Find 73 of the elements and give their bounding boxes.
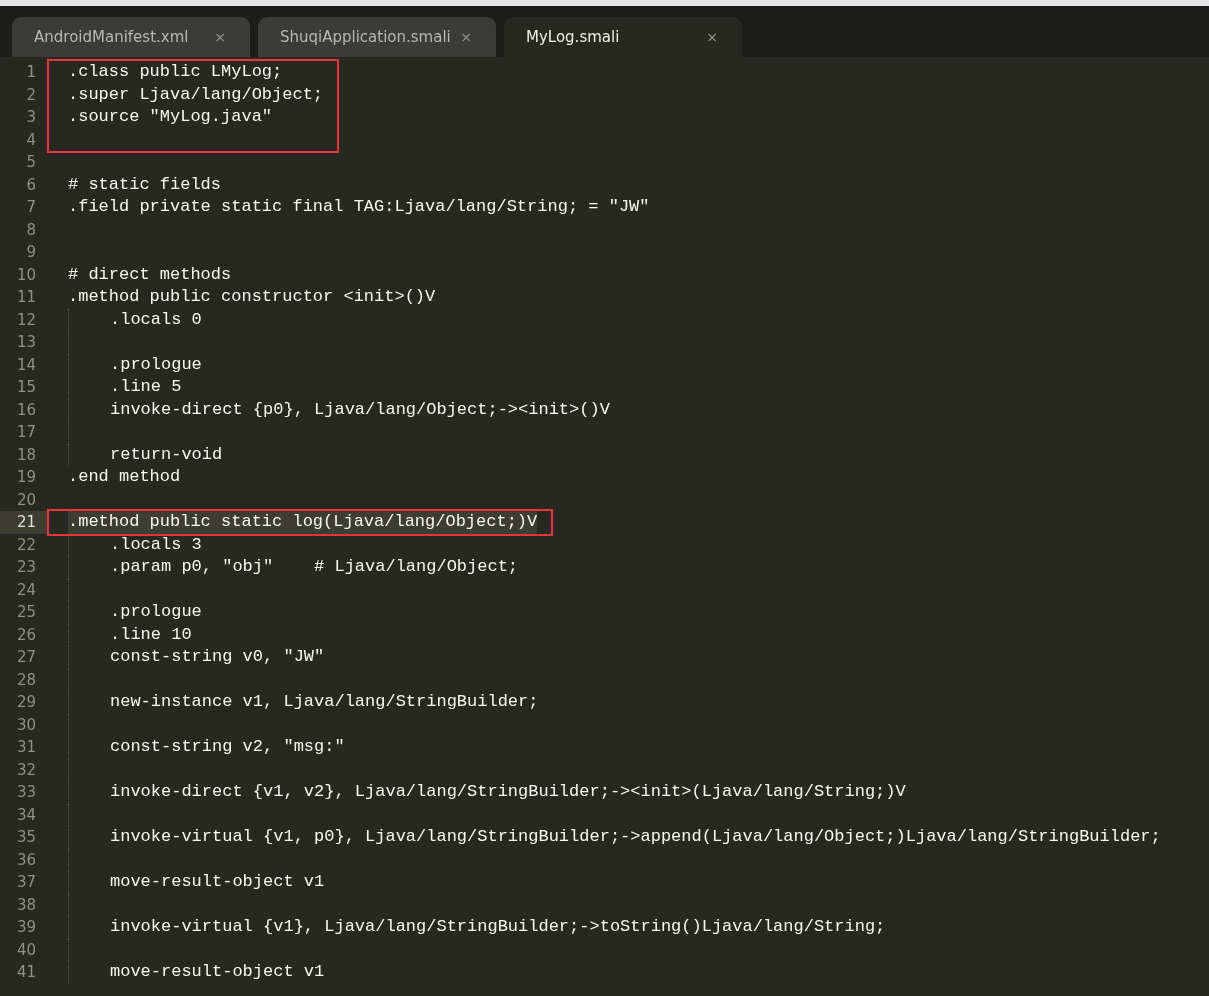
code-line: .field private static final TAG:Ljava/lang/String; = "JW": [68, 196, 650, 218]
line-number: 10: [15, 264, 37, 286]
code-line: .prologue: [110, 353, 202, 376]
code-line: new-instance v1, Ljava/lang/StringBuilder;: [110, 691, 539, 713]
file-tab[interactable]: AndroidManifest.xml ×: [12, 17, 250, 57]
line-number: 6: [25, 174, 37, 196]
line-number: 31: [15, 737, 37, 758]
line-number: 24: [15, 579, 37, 601]
line-number: 39: [15, 917, 37, 938]
code-line: .source "MyLog.java": [68, 106, 273, 128]
line-number: 38: [15, 894, 37, 916]
line-number: 15: [15, 377, 37, 398]
line-number: 12: [15, 309, 37, 331]
line-number: 21: [0, 511, 47, 534]
code-line: move-result-object v1: [110, 871, 325, 893]
line-number: 5: [25, 152, 37, 173]
file-tab[interactable]: MyLog.smali ×: [504, 17, 742, 57]
line-number: 30: [15, 714, 37, 736]
code-line: invoke-virtual {v1}, Ljava/lang/StringBuilder;->toString()Ljava/lang/String;: [110, 916, 886, 938]
line-number: 35: [15, 827, 37, 848]
line-number: 16: [15, 399, 37, 421]
line-number: 1: [25, 62, 37, 83]
code-line: # static fields: [68, 173, 222, 196]
line-number: 11: [15, 287, 37, 308]
code-line: .method public constructor <init>()V: [68, 286, 436, 308]
line-number: 34: [15, 804, 37, 826]
code-line: invoke-virtual {v1, p0}, Ljava/lang/StringBuilder;->append(Ljava/lang/Object;)Ljava/lang/StringBuilder;: [110, 826, 1161, 848]
line-number: 22: [15, 534, 37, 556]
close-icon[interactable]: ×: [706, 29, 718, 45]
code-line: .locals 0: [110, 308, 202, 331]
line-number: 9: [25, 242, 37, 263]
code-line: .line 5: [110, 376, 182, 398]
code-line: .locals 3: [110, 533, 202, 556]
line-number: 19: [15, 467, 37, 488]
line-number: 28: [15, 669, 37, 691]
line-number: 33: [15, 782, 37, 803]
line-number: 20: [15, 489, 37, 511]
line-number: 32: [15, 759, 37, 781]
close-icon[interactable]: ×: [214, 29, 226, 45]
line-number: 7: [25, 197, 37, 218]
line-number: 2: [25, 84, 37, 106]
line-number: 25: [15, 602, 37, 623]
line-number: 4: [25, 129, 37, 151]
code-line: # direct methods: [68, 263, 232, 286]
code-line: return-void: [110, 443, 223, 466]
line-number: 13: [15, 332, 37, 353]
line-number: 3: [25, 107, 37, 128]
code-line: const-string v0, "JW": [110, 646, 325, 668]
line-number: 40: [15, 939, 37, 961]
line-number: 36: [15, 849, 37, 871]
line-number: 27: [15, 647, 37, 668]
line-number: 41: [15, 962, 37, 983]
code-line: .prologue: [110, 601, 202, 623]
code-line: .line 10: [110, 623, 192, 646]
code-line: .class public LMyLog;: [68, 61, 283, 83]
line-number: 8: [25, 219, 37, 241]
code-line: .super Ljava/lang/Object;: [68, 83, 324, 106]
code-line: invoke-direct {p0}, Ljava/lang/Object;-><init>()V: [110, 398, 610, 421]
line-number: 23: [15, 557, 37, 578]
code-line: .end method: [68, 466, 181, 488]
code-line: .method public static log(Ljava/lang/Object;)V: [68, 511, 538, 533]
file-tab[interactable]: ShuqiApplication.smali ×: [258, 17, 496, 57]
line-number: 18: [15, 444, 37, 466]
code-line: .param p0, "obj" # Ljava/lang/Object;: [110, 556, 519, 578]
line-number: 26: [15, 624, 37, 646]
close-icon[interactable]: ×: [460, 29, 472, 45]
line-number: 17: [15, 422, 37, 443]
line-number: 14: [15, 354, 37, 376]
code-line: invoke-direct {v1, v2}, Ljava/lang/StringBuilder;-><init>(Ljava/lang/String;)V: [110, 781, 906, 803]
line-number: 37: [15, 872, 37, 893]
code-line: const-string v2, "msg:": [110, 736, 345, 758]
code-line: move-result-object v1: [110, 961, 325, 983]
line-number: 29: [15, 692, 37, 713]
